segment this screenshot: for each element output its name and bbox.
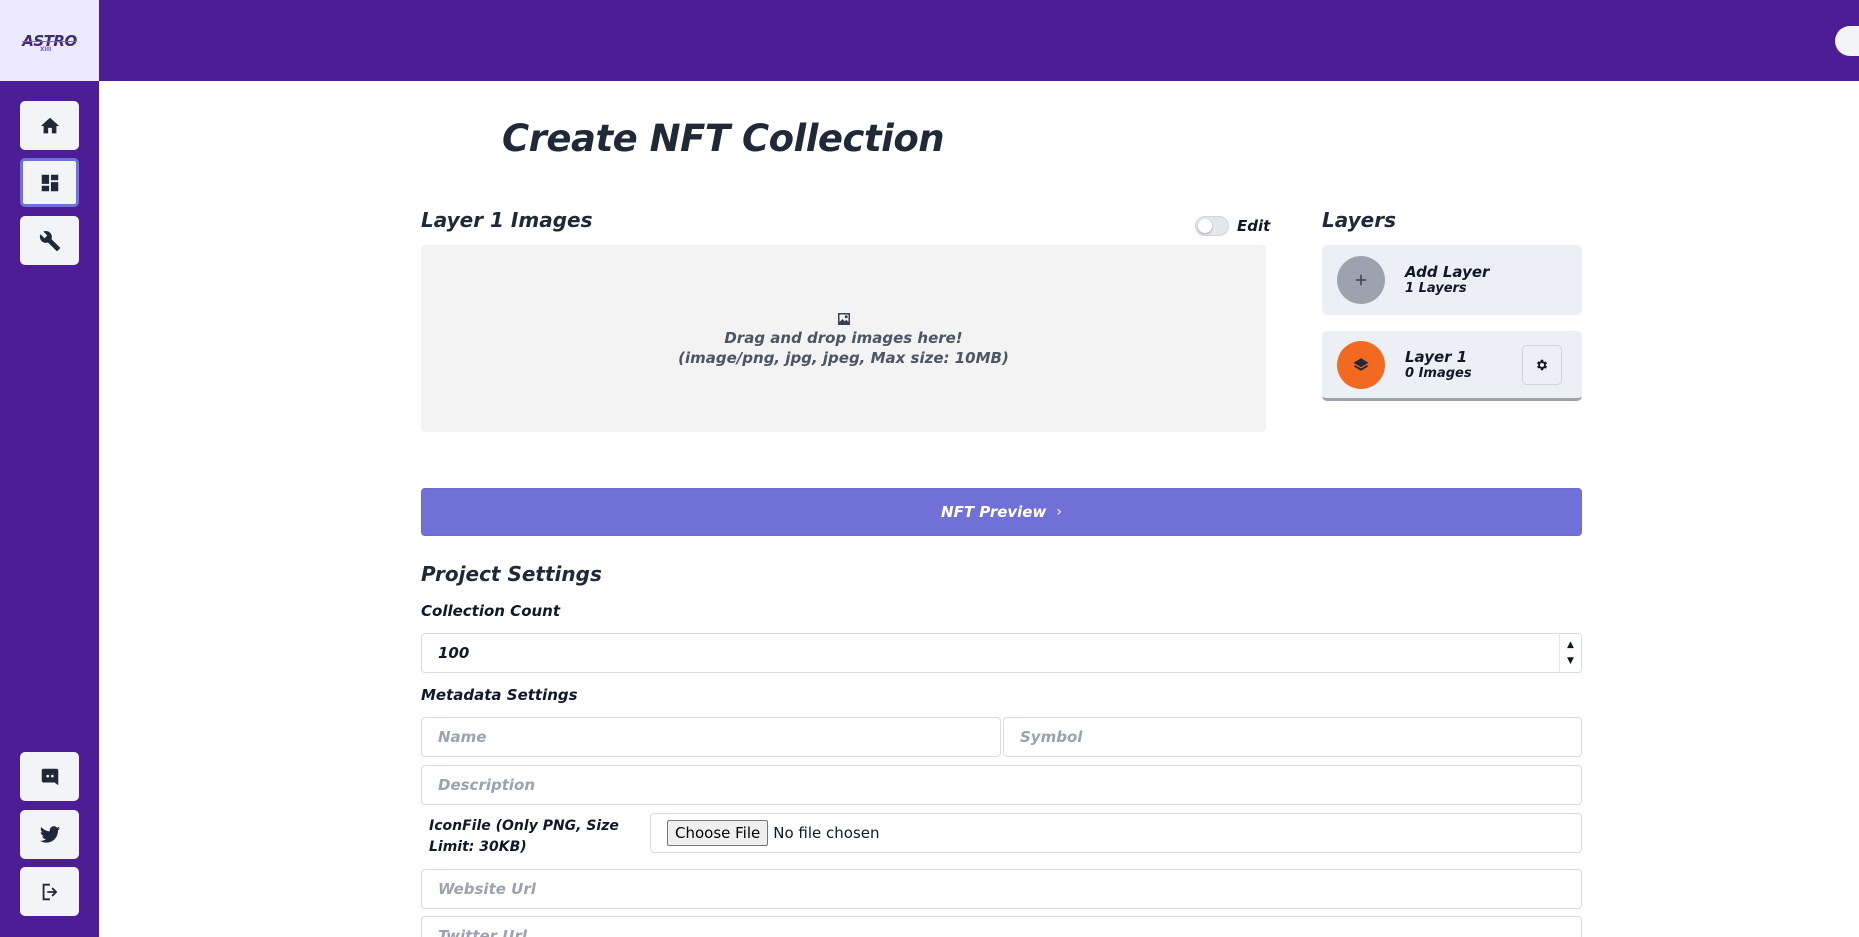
description-input[interactable]: Description [421,765,1582,805]
edit-toggle-switch[interactable] [1195,216,1229,236]
twitter-icon [39,825,60,843]
add-layer-button[interactable]: Add Layer 1 Layers [1322,245,1582,315]
edit-label: Edit [1237,217,1271,235]
dropzone-line-1: Drag and drop images here! [724,328,963,347]
layers-icon [1353,357,1369,371]
layer-circle [1337,340,1385,389]
toggle-knob [1198,219,1212,233]
layer-settings-button[interactable] [1522,345,1562,385]
layers-heading: Layers [1322,208,1396,232]
chevron-right-icon: › [1056,504,1062,520]
gear-icon [1536,359,1548,371]
icon-file-label: IconFile (Only PNG, Size Limit: 30KB) [429,818,619,855]
top-bar: ASTRO XIII [0,0,1859,81]
collection-count-label: Collection Count [421,602,561,620]
number-stepper[interactable]: ▲ ▼ [1559,634,1581,672]
layer-item[interactable]: Layer 1 0 Images [1322,331,1582,401]
sidebar-item-home[interactable] [20,101,79,150]
image-dropzone[interactable]: Drag and drop images here! (image/png, j… [421,245,1266,432]
symbol-input[interactable]: Symbol [1003,717,1582,757]
stepper-down-icon[interactable]: ▼ [1567,653,1574,669]
dropzone-line-2: (image/png, jpg, jpeg, Max size: 10MB) [678,348,1009,367]
main-content: Create NFT Collection Layer 1 Images Edi… [99,81,1859,937]
account-pill[interactable] [1835,26,1859,56]
nft-preview-button[interactable]: NFT Preview › [421,488,1582,536]
name-input[interactable]: Name [421,717,1001,757]
website-url-placeholder: Website Url [438,880,536,898]
discord-icon [41,768,58,785]
collection-count-value: 100 [438,644,470,662]
symbol-placeholder: Symbol [1020,728,1083,746]
nft-preview-label: NFT Preview [941,503,1047,521]
add-layer-circle [1337,256,1385,304]
sidebar [0,81,99,937]
sidebar-item-twitter[interactable] [20,810,79,859]
project-settings-heading: Project Settings [421,562,602,586]
icon-file-input[interactable]: Choose File No file chosen [650,813,1582,853]
plus-icon [1355,274,1367,286]
add-layer-label: Add Layer [1405,263,1490,281]
logo[interactable]: ASTRO XIII [0,0,99,81]
layer-image-count: 0 Images [1405,365,1472,381]
description-placeholder: Description [438,776,536,794]
collection-count-input[interactable]: 100 ▲ ▼ [421,633,1582,673]
logout-icon [42,883,57,900]
sidebar-item-logout[interactable] [20,867,79,916]
layer-name: Layer 1 [1405,347,1468,366]
image-icon [837,312,850,325]
layer-count: 1 Layers [1405,281,1467,296]
stepper-up-icon[interactable]: ▲ [1567,637,1574,653]
logo-subtext: XIII [40,46,52,53]
layer-images-heading: Layer 1 Images [421,208,593,232]
name-placeholder: Name [438,728,487,746]
twitter-url-input[interactable]: Twitter Url [421,916,1582,937]
sidebar-item-discord[interactable] [20,752,79,801]
metadata-settings-label: Metadata Settings [421,686,578,704]
twitter-url-placeholder: Twitter Url [438,927,528,937]
wrench-icon [39,230,60,251]
dashboard-icon [41,174,58,191]
edit-toggle[interactable]: Edit [1195,216,1270,236]
page-title: Create NFT Collection [502,117,945,160]
sidebar-item-dashboard[interactable] [20,158,79,207]
home-icon [40,117,59,133]
sidebar-item-tools[interactable] [20,216,79,265]
file-status: No file chosen [773,824,880,842]
website-url-input[interactable]: Website Url [421,869,1582,909]
choose-file-button[interactable]: Choose File [667,820,769,846]
